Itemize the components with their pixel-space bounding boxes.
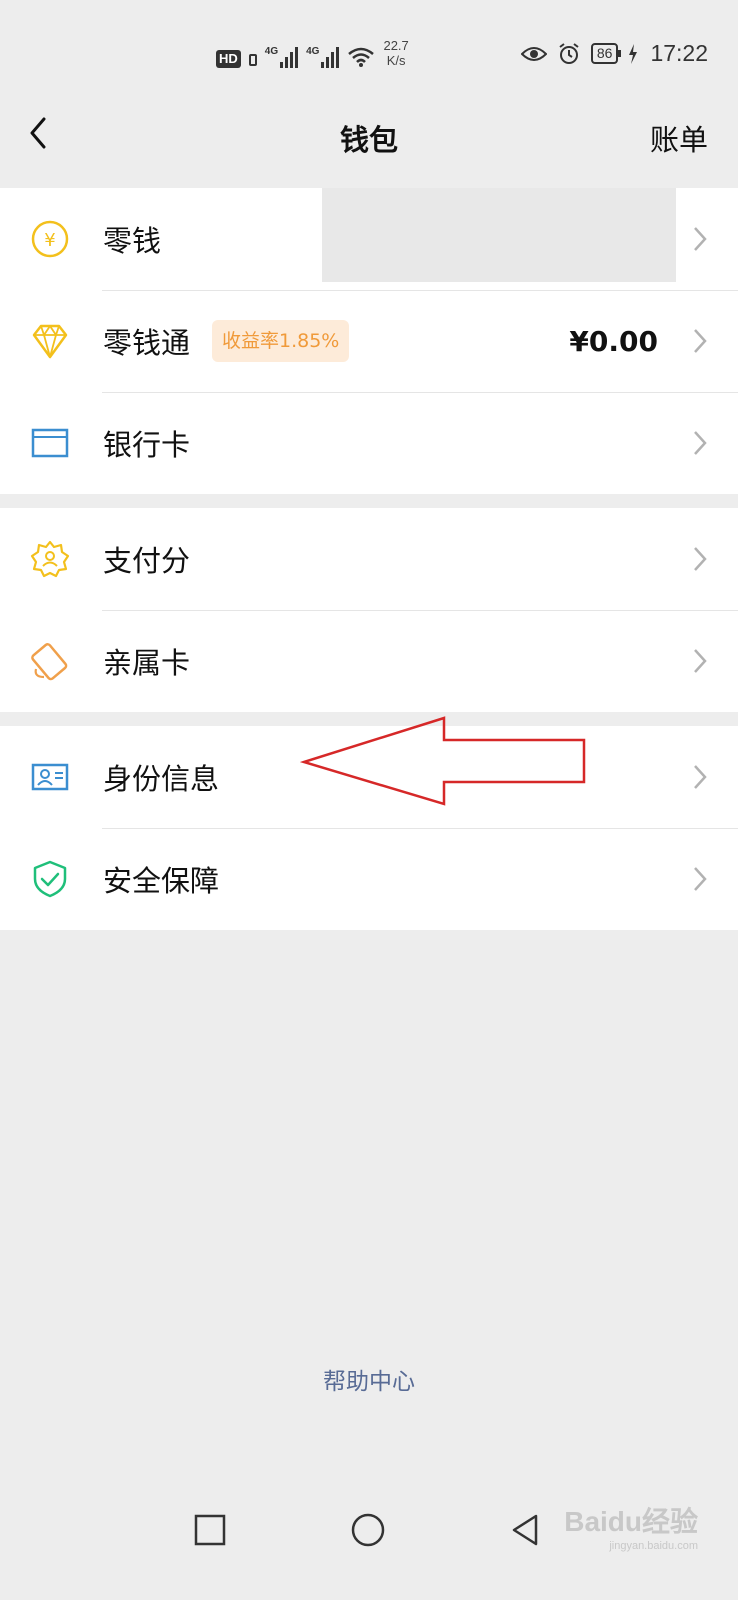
- recents-square-icon[interactable]: [190, 1510, 230, 1550]
- svg-text:¥: ¥: [44, 230, 55, 251]
- wallet-group-1: ¥ 零钱 零钱通 收益率1.85% ¥0.00 银行卡: [0, 188, 738, 494]
- watermark-logo: Baidu经验 jingyan.baidu.com: [564, 1500, 698, 1552]
- id-card-icon: [31, 763, 69, 791]
- signal-tag: 4G: [306, 46, 320, 57]
- network-speed: 22.7 K/s: [383, 38, 408, 68]
- chevron-right-icon: [694, 765, 707, 789]
- chevron-right-icon: [694, 227, 707, 251]
- row-label: 支付分: [103, 544, 191, 578]
- signal-tag: 4G: [264, 46, 279, 57]
- shield-check-icon: [33, 860, 67, 898]
- row-label: 零钱: [103, 224, 162, 258]
- home-circle-icon[interactable]: [348, 1510, 388, 1550]
- row-change[interactable]: ¥ 零钱: [0, 188, 738, 290]
- speed-unit: K/s: [386, 53, 406, 68]
- status-bar: HD 4G 4G 22.7 K/s 86 17:22: [0, 0, 738, 105]
- signal-bars-icon: [321, 46, 340, 68]
- row-label: 安全保障: [103, 864, 220, 898]
- yield-rate-badge: 收益率1.85%: [212, 320, 350, 362]
- chevron-right-icon: [694, 431, 707, 455]
- row-label: 银行卡: [103, 428, 191, 462]
- diamond-icon: [32, 324, 68, 359]
- balance-amount: ¥0.00: [569, 324, 658, 358]
- signal-bars-icon: [280, 46, 299, 68]
- wifi-icon: [348, 47, 375, 67]
- row-security[interactable]: 安全保障: [0, 828, 738, 930]
- back-triangle-icon[interactable]: [506, 1510, 546, 1550]
- chevron-right-icon: [694, 329, 707, 353]
- page-title: 钱包: [339, 123, 398, 157]
- speed-value: 22.7: [383, 38, 409, 53]
- status-left: HD 4G 4G 22.7 K/s: [216, 38, 409, 68]
- chevron-right-icon: [694, 649, 707, 673]
- family-card-icon: [31, 643, 68, 681]
- battery-indicator: 86: [590, 43, 621, 64]
- row-family-card[interactable]: 亲属卡: [0, 610, 738, 712]
- watermark-brand: Baidu经验: [564, 1506, 698, 1537]
- row-lingqiantong[interactable]: 零钱通 收益率1.85% ¥0.00: [0, 290, 738, 392]
- eye-icon: [520, 46, 547, 61]
- chevron-right-icon: [694, 547, 707, 571]
- hd-badge: HD: [216, 50, 241, 68]
- watermark-url: jingyan.baidu.com: [609, 1540, 698, 1552]
- status-time: 17:22: [650, 40, 708, 66]
- wallet-group-2: 支付分 亲属卡: [0, 508, 738, 712]
- row-label: 身份信息: [103, 762, 220, 796]
- row-label: 零钱通: [103, 326, 191, 360]
- status-right: 86 17:22: [520, 40, 708, 67]
- signal-1: 4G: [264, 46, 299, 68]
- alarm-icon: [559, 42, 579, 64]
- charging-bolt-icon: [629, 43, 638, 64]
- signal-2: 4G: [306, 46, 340, 68]
- help-center-link[interactable]: 帮助中心: [0, 1362, 738, 1396]
- lock-icon: [248, 54, 257, 66]
- bill-link[interactable]: 账单: [650, 117, 708, 159]
- redaction-block: [322, 188, 676, 282]
- annotation-arrow-icon: [300, 716, 586, 806]
- yuan-coin-icon: ¥: [31, 220, 69, 258]
- pay-score-badge-icon: [30, 540, 70, 578]
- nav-bar: 钱包 账单: [0, 105, 738, 187]
- row-label: 亲属卡: [103, 646, 191, 680]
- chevron-right-icon: [694, 867, 707, 891]
- row-pay-score[interactable]: 支付分: [0, 508, 738, 610]
- bank-card-icon: [31, 428, 69, 458]
- row-bank-card[interactable]: 银行卡: [0, 392, 738, 494]
